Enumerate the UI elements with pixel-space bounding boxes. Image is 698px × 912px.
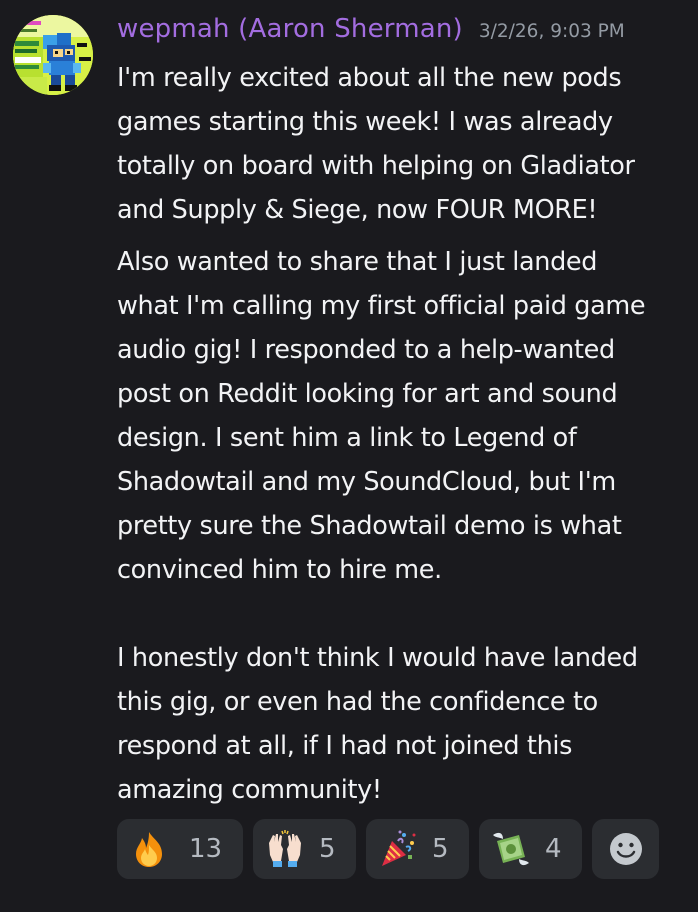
reaction-money-with-wings[interactable]: 4 xyxy=(479,819,582,879)
message-line: pretty sure the Shadowtail demo is what xyxy=(117,511,622,541)
reaction-count: 5 xyxy=(432,834,449,864)
message-line xyxy=(117,592,692,636)
reactions-bar: 13 5 5 4 xyxy=(117,819,659,879)
message-line: post on Reddit looking for art and sound xyxy=(117,379,618,409)
message-paragraph: Also wanted to share that I just landed … xyxy=(117,240,692,812)
message-line: Also wanted to share that I just landed xyxy=(117,247,598,277)
reaction-raising-hands[interactable]: 5 xyxy=(253,819,356,879)
fire-emoji-icon xyxy=(136,832,162,867)
reaction-fire[interactable]: 13 xyxy=(117,819,243,879)
add-reaction-smiley-icon xyxy=(609,833,642,865)
message-line: respond at all, if I had not joined this xyxy=(117,731,573,761)
message-paragraph: I'm really excited about all the new pod… xyxy=(117,56,692,232)
message-line: I'm really excited about all the new pod… xyxy=(117,63,622,93)
message-line: games starting this week! I was already xyxy=(117,107,613,137)
reaction-count: 4 xyxy=(545,834,562,864)
raising-hands-emoji-icon xyxy=(269,830,301,867)
reaction-party-popper[interactable]: 5 xyxy=(366,819,469,879)
reaction-count: 5 xyxy=(319,834,336,864)
avatar[interactable] xyxy=(13,15,93,95)
message-line: this gig, or even had the confidence to xyxy=(117,687,598,717)
message-line: what I'm calling my first official paid … xyxy=(117,291,646,321)
message-line: convinced him to hire me. xyxy=(117,555,442,585)
add-reaction-button[interactable] xyxy=(592,819,659,879)
username[interactable]: wepmah (Aaron Sherman) xyxy=(117,14,463,44)
chat-message: wepmah (Aaron Sherman) 3/2/26, 9:03 PM I… xyxy=(0,0,698,912)
avatar-image xyxy=(13,15,93,95)
message-line: totally on board with helping on Gladiat… xyxy=(117,151,635,181)
message-line: I honestly don't think I would have land… xyxy=(117,643,638,673)
message-line: design. I sent him a link to Legend of xyxy=(117,423,577,453)
money-with-wings-emoji-icon xyxy=(493,832,529,866)
message-content: I'm really excited about all the new pod… xyxy=(117,56,692,812)
message-line: amazing community! xyxy=(117,775,382,805)
reaction-count: 13 xyxy=(189,834,223,864)
message-timestamp[interactable]: 3/2/26, 9:03 PM xyxy=(479,21,625,42)
message-header: wepmah (Aaron Sherman) 3/2/26, 9:03 PM xyxy=(117,14,625,54)
message-line: Shadowtail and my SoundCloud, but I'm xyxy=(117,467,616,497)
party-popper-emoji-icon xyxy=(382,830,416,866)
message-line: and Supply & Siege, now FOUR MORE! xyxy=(117,195,598,225)
message-line: audio gig! I responded to a help-wanted xyxy=(117,335,615,365)
